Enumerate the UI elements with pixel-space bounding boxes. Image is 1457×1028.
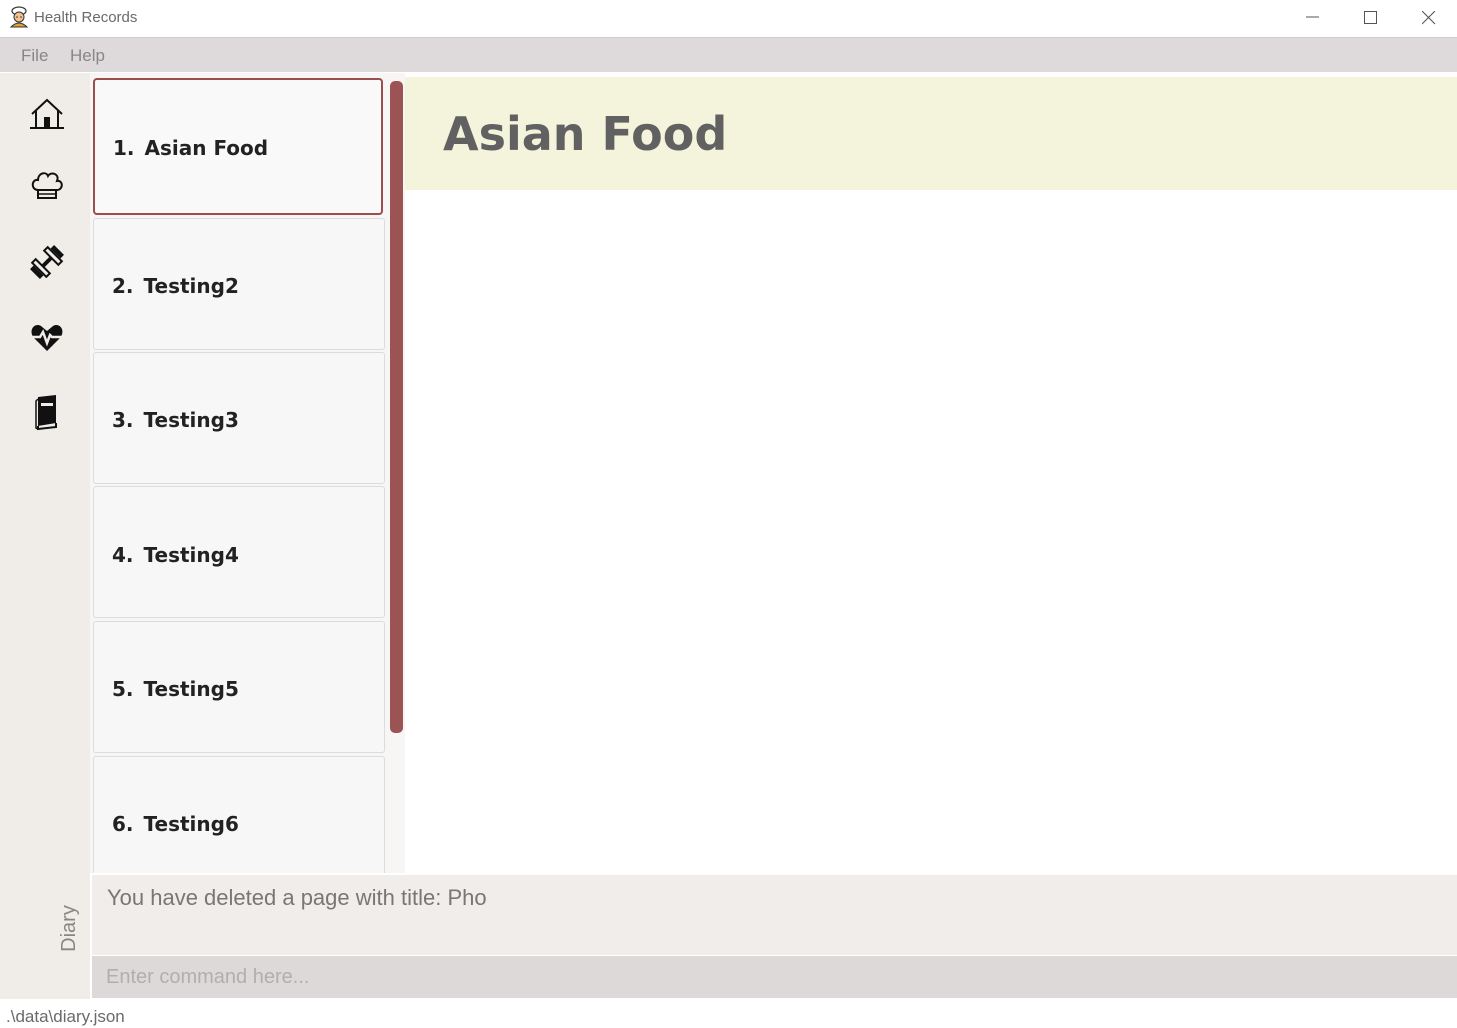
list-scrollbar[interactable] — [390, 81, 403, 733]
list-item-index: 4. — [112, 543, 134, 567]
window-title: Health Records — [34, 9, 138, 26]
close-button[interactable] — [1400, 0, 1457, 36]
list-item-index: 6. — [112, 812, 134, 836]
maximize-button[interactable] — [1342, 0, 1400, 36]
list-item-index: 2. — [112, 274, 134, 298]
minimize-icon — [1306, 16, 1319, 18]
dumbbell-icon[interactable] — [28, 243, 66, 281]
heartbeat-icon[interactable] — [28, 318, 66, 356]
menu-bar: File Help — [0, 37, 1457, 72]
list-item-title: Testing3 — [143, 408, 239, 432]
list-item[interactable]: 3. Testing3 — [93, 352, 385, 484]
result-display: You have deleted a page with title: Pho — [92, 875, 1457, 955]
chef-avatar-icon — [8, 6, 30, 28]
list-item-index: 1. — [113, 136, 135, 160]
list-item-title: Testing5 — [143, 677, 239, 701]
command-input[interactable] — [92, 956, 1457, 998]
minimize-button[interactable] — [1284, 0, 1342, 36]
list-item[interactable]: 2. Testing2 — [93, 218, 385, 350]
list-item[interactable]: 4. Testing4 — [93, 486, 385, 618]
maximize-icon — [1364, 11, 1377, 24]
diary-label: Diary — [57, 905, 80, 952]
command-box[interactable] — [92, 956, 1457, 998]
list-item-title: Asian Food — [144, 136, 269, 160]
title-banner: Asian Food — [405, 77, 1457, 190]
menu-help[interactable]: Help — [70, 46, 105, 66]
menu-file[interactable]: File — [21, 46, 48, 66]
list-item-index: 3. — [112, 408, 134, 432]
sidebar-label: Diary — [58, 903, 88, 955]
list-item-index: 5. — [112, 677, 134, 701]
close-icon — [1422, 11, 1436, 25]
list-item-title: Testing4 — [143, 543, 239, 567]
list-item-title: Testing6 — [143, 812, 239, 836]
status-bar: .\data\diary.json — [0, 999, 1457, 1028]
title-bar: Health Records — [0, 0, 1457, 36]
sidebar: Diary — [0, 73, 90, 999]
diary-page-list[interactable]: 1. Asian Food 2. Testing2 3. Testing3 4. Tes… — [90, 73, 406, 873]
list-item[interactable]: 1. Asian Food — [93, 78, 383, 215]
home-icon[interactable] — [28, 95, 66, 133]
chef-hat-icon[interactable] — [28, 168, 66, 206]
page-view: Asian Food — [405, 73, 1457, 873]
page-title: Asian Food — [443, 107, 728, 161]
diary-book-icon[interactable] — [28, 393, 66, 431]
file-path: .\data\diary.json — [6, 1007, 125, 1026]
result-message: You have deleted a page with title: Pho — [107, 885, 487, 910]
list-item-title: Testing2 — [143, 274, 239, 298]
list-item[interactable]: 6. Testing6 — [93, 756, 385, 873]
list-item[interactable]: 5. Testing5 — [93, 621, 385, 753]
